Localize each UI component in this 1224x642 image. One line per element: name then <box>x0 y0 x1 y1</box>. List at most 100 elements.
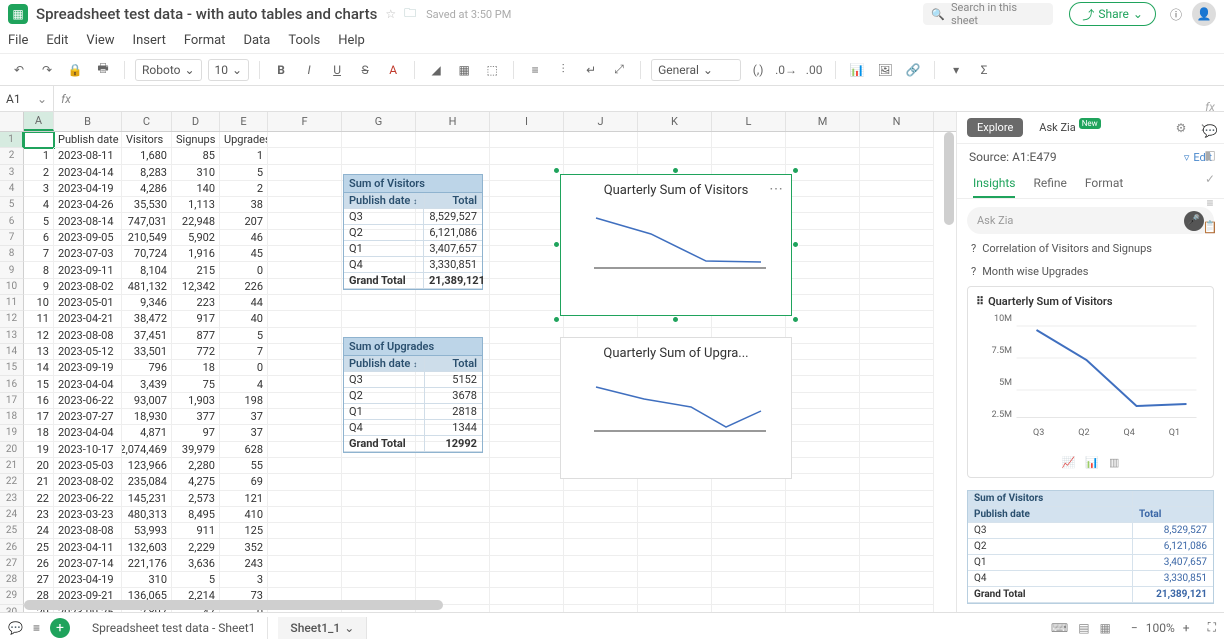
cell[interactable] <box>860 360 934 376</box>
print-icon[interactable]: 🖶 <box>92 59 114 81</box>
cell[interactable]: 9 <box>24 279 54 295</box>
cell[interactable] <box>490 376 564 392</box>
cell[interactable]: 24 <box>24 523 54 539</box>
column-header-D[interactable]: D <box>172 112 220 131</box>
cell[interactable]: 25 <box>24 539 54 555</box>
row-header[interactable]: 17 <box>0 393 24 409</box>
cell[interactable] <box>342 132 416 148</box>
wrap-button[interactable]: ↵ <box>580 59 602 81</box>
cell[interactable] <box>786 132 860 148</box>
cell[interactable]: 16 <box>24 393 54 409</box>
cell[interactable] <box>342 295 416 311</box>
select-all-corner[interactable] <box>0 112 24 131</box>
cell[interactable]: 628 <box>220 442 268 458</box>
cell[interactable]: 226 <box>220 279 268 295</box>
cell[interactable] <box>712 132 786 148</box>
cell[interactable]: 243 <box>220 556 268 572</box>
cell[interactable]: 2023-04-04 <box>54 376 122 392</box>
help-icon[interactable]: ⓘ <box>1170 6 1182 23</box>
chart-type-column-icon[interactable]: ▥ <box>1109 456 1119 469</box>
chevron-down-icon[interactable]: ⌄ <box>344 621 354 635</box>
cell[interactable]: 352 <box>220 539 268 555</box>
cell[interactable] <box>860 165 934 181</box>
cell[interactable]: 210,549 <box>122 230 172 246</box>
row-header[interactable]: 6 <box>0 213 24 229</box>
cell[interactable]: 123,966 <box>122 458 172 474</box>
cell[interactable]: 235,084 <box>122 474 172 490</box>
cell[interactable] <box>342 523 416 539</box>
row-header[interactable]: 20 <box>0 442 24 458</box>
cell[interactable] <box>268 132 342 148</box>
insert-image-button[interactable]: 🖼 <box>874 59 896 81</box>
insight-link-correlation[interactable]: ?Correlation of Visitors and Signups <box>967 240 1214 257</box>
cell[interactable]: 3 <box>24 181 54 197</box>
cell[interactable] <box>786 507 860 523</box>
cell[interactable] <box>268 474 342 490</box>
rail-comment-icon[interactable]: 💬 <box>1203 124 1218 138</box>
cell[interactable]: 15 <box>24 376 54 392</box>
cell[interactable]: 2023-08-02 <box>54 279 122 295</box>
fx-icon[interactable]: fx <box>54 92 78 106</box>
cell[interactable]: 40 <box>220 311 268 327</box>
rail-stats-icon[interactable]: ≡ <box>1206 196 1213 210</box>
cell[interactable] <box>786 230 860 246</box>
cell[interactable] <box>860 523 934 539</box>
cell[interactable]: 70,724 <box>122 246 172 262</box>
cell[interactable] <box>860 409 934 425</box>
cell[interactable]: 2023-10-17 <box>54 442 122 458</box>
cell[interactable]: 8,495 <box>172 507 220 523</box>
cell[interactable]: 75 <box>172 376 220 392</box>
cell[interactable] <box>712 523 786 539</box>
cell[interactable]: 7 <box>220 344 268 360</box>
cell[interactable]: 4 <box>24 197 54 213</box>
cell[interactable] <box>860 262 934 278</box>
cell[interactable] <box>268 539 342 555</box>
cell[interactable]: 125 <box>220 523 268 539</box>
cell[interactable]: 2023-08-11 <box>54 148 122 164</box>
cell[interactable]: 23 <box>24 507 54 523</box>
cell[interactable]: 2023-05-12 <box>54 344 122 360</box>
cell[interactable]: 37 <box>220 425 268 441</box>
row-header[interactable]: 30 <box>0 605 24 612</box>
cell[interactable] <box>786 279 860 295</box>
zoom-out-button[interactable]: − <box>1131 621 1138 635</box>
cell[interactable] <box>268 523 342 539</box>
column-header-B[interactable]: B <box>54 112 122 131</box>
column-header-L[interactable]: L <box>712 112 786 131</box>
cell[interactable] <box>786 213 860 229</box>
cell[interactable]: 145,231 <box>122 491 172 507</box>
cell[interactable] <box>268 279 342 295</box>
cell[interactable] <box>860 311 934 327</box>
cell[interactable]: 2023-08-14 <box>54 213 122 229</box>
keyboard-icon[interactable]: ⌨ <box>1051 621 1068 635</box>
cell[interactable]: 2,074,469 <box>122 442 172 458</box>
cell[interactable] <box>490 246 564 262</box>
cell[interactable]: 2023-04-21 <box>54 311 122 327</box>
cell[interactable]: 5,902 <box>172 230 220 246</box>
cell[interactable] <box>638 148 712 164</box>
chart-menu-icon[interactable]: ⋯ <box>769 181 783 197</box>
row-header[interactable]: 15 <box>0 360 24 376</box>
cell[interactable]: 2023-09-11 <box>54 262 122 278</box>
cell[interactable] <box>416 523 490 539</box>
cell[interactable] <box>786 442 860 458</box>
column-header-H[interactable]: H <box>416 112 490 131</box>
cell[interactable] <box>860 491 934 507</box>
cell[interactable] <box>268 507 342 523</box>
cell[interactable]: 2023-09-05 <box>54 230 122 246</box>
column-header-E[interactable]: E <box>220 112 268 131</box>
cell[interactable]: 38 <box>220 197 268 213</box>
cell[interactable] <box>712 507 786 523</box>
cell[interactable] <box>490 458 564 474</box>
cell[interactable]: 3,439 <box>122 376 172 392</box>
cell[interactable] <box>268 556 342 572</box>
cell[interactable]: 198 <box>220 393 268 409</box>
drag-handle-icon[interactable]: ⠿ <box>976 295 984 308</box>
cell[interactable] <box>268 262 342 278</box>
cell[interactable]: Visitors <box>122 132 172 148</box>
cell[interactable] <box>416 539 490 555</box>
cell[interactable] <box>342 311 416 327</box>
row-header[interactable]: 29 <box>0 588 24 604</box>
cell[interactable]: 2023-05-03 <box>54 458 122 474</box>
cell[interactable] <box>268 442 342 458</box>
